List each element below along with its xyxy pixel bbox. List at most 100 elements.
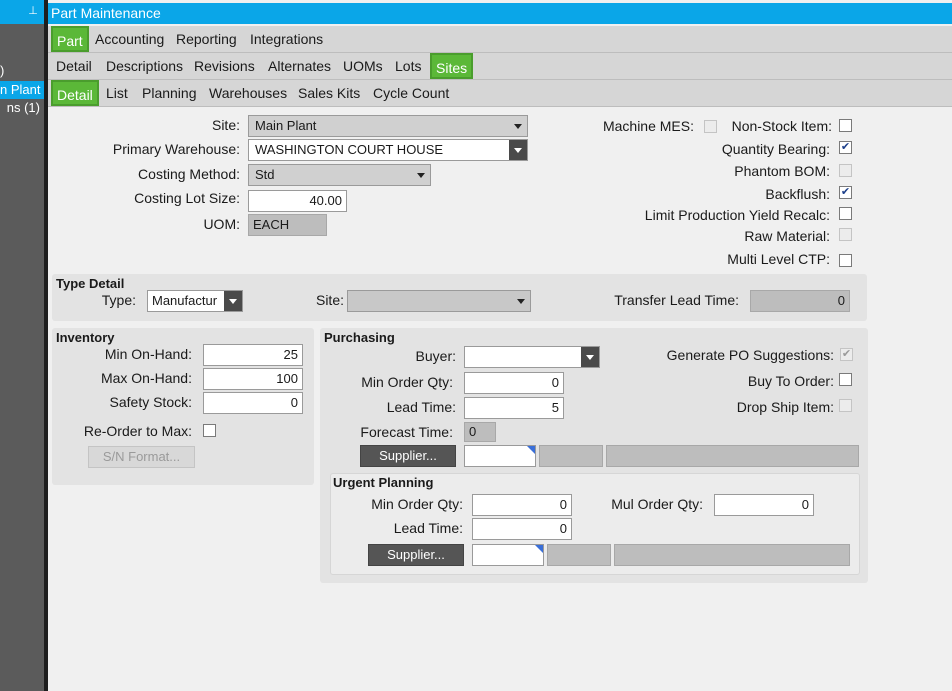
costing-lot-size-input[interactable]: 40.00	[248, 190, 347, 212]
tab-sales-kits[interactable]: Sales Kits	[298, 80, 360, 106]
costing-method-value: Std	[255, 167, 275, 182]
buy-to-order-checkbox[interactable]	[839, 373, 852, 386]
type-label: Type:	[101, 292, 136, 308]
buyer-select[interactable]	[464, 346, 600, 368]
max-on-hand-label: Max On-Hand:	[100, 370, 192, 386]
tab-accounting[interactable]: Accounting	[95, 26, 164, 52]
site-select[interactable]: Main Plant	[248, 115, 528, 137]
chevron-down-icon	[581, 347, 599, 367]
generate-po-label: Generate PO Suggestions:	[666, 347, 834, 363]
left-tree-item[interactable]: )	[0, 63, 4, 78]
quantity-bearing-checkbox[interactable]: ✔	[839, 141, 852, 154]
primary-warehouse-select[interactable]: WASHINGTON COURT HOUSE	[248, 139, 528, 161]
backflush-label: Backflush:	[765, 186, 830, 202]
urgent-min-order-label: Min Order Qty:	[371, 496, 463, 512]
costing-method-label: Costing Method:	[138, 166, 240, 182]
mul-order-qty-input[interactable]: 0	[714, 494, 814, 516]
tab-planning[interactable]: Planning	[142, 80, 197, 106]
supplier-button[interactable]: Supplier...	[360, 445, 456, 467]
tab-uoms[interactable]: UOMs	[343, 53, 383, 79]
primary-warehouse-label: Primary Warehouse:	[112, 141, 240, 157]
type-value: Manufactur	[152, 293, 218, 308]
min-order-qty-label: Min Order Qty:	[361, 374, 453, 390]
urgent-planning-heading: Urgent Planning	[333, 475, 434, 490]
type-detail-heading: Type Detail	[56, 276, 125, 291]
chevron-down-icon	[509, 116, 527, 136]
forecast-time-input: 0	[464, 422, 496, 442]
inventory-heading: Inventory	[56, 330, 115, 345]
urgent-supplier-id-field	[547, 544, 611, 566]
urgent-min-order-input[interactable]: 0	[472, 494, 572, 516]
reorder-to-max-label: Re-Order to Max:	[83, 423, 192, 439]
tab-descriptions[interactable]: Descriptions	[106, 53, 183, 79]
tab-revisions[interactable]: Revisions	[194, 53, 255, 79]
non-stock-label: Non-Stock Item:	[731, 118, 832, 134]
buyer-label: Buyer:	[415, 348, 456, 364]
sn-format-button[interactable]: S/N Format...	[88, 446, 195, 468]
tab-alternates[interactable]: Alternates	[268, 53, 331, 79]
raw-material-checkbox	[839, 228, 852, 241]
multi-level-ctp-checkbox[interactable]	[839, 254, 852, 267]
tab-detail[interactable]: Detail	[56, 53, 92, 79]
transfer-lead-time-label: Transfer Lead Time:	[614, 292, 739, 308]
left-tree-item[interactable]: ns (1)	[0, 100, 44, 115]
costing-method-select[interactable]: Std	[248, 164, 431, 186]
urgent-supplier-code-input[interactable]	[472, 544, 544, 566]
window-title: Part Maintenance	[48, 3, 952, 24]
type-site-select[interactable]	[347, 290, 531, 312]
reorder-to-max-checkbox[interactable]	[203, 424, 216, 437]
tab-site-detail[interactable]: Detail	[51, 80, 99, 106]
tab-warehouses[interactable]: Warehouses	[209, 80, 287, 106]
chevron-down-icon	[512, 291, 530, 311]
backflush-checkbox[interactable]: ✔	[839, 186, 852, 199]
uom-label: UOM:	[203, 216, 240, 232]
safety-stock-input[interactable]: 0	[203, 392, 303, 414]
drop-ship-label: Drop Ship Item:	[736, 399, 834, 415]
urgent-lead-time-input[interactable]: 0	[472, 518, 572, 540]
max-on-hand-input[interactable]: 100	[203, 368, 303, 390]
tab-lots[interactable]: Lots	[395, 53, 421, 79]
drop-ship-checkbox	[839, 399, 852, 412]
left-tree-item-selected[interactable]: n Plant	[0, 81, 44, 99]
buy-to-order-label: Buy To Order:	[747, 373, 834, 389]
machine-mes-checkbox	[704, 120, 717, 133]
tab-part[interactable]: Part	[51, 26, 89, 52]
chevron-down-icon	[412, 165, 430, 185]
limit-yield-checkbox[interactable]	[839, 207, 852, 220]
tab-cycle-count[interactable]: Cycle Count	[373, 80, 449, 106]
safety-stock-label: Safety Stock:	[109, 394, 192, 410]
uom-input: EACH	[248, 214, 327, 236]
tab-reporting[interactable]: Reporting	[176, 26, 237, 52]
purchasing-heading: Purchasing	[324, 330, 395, 345]
mul-order-qty-label: Mul Order Qty:	[611, 496, 703, 512]
second-tab-row: Detail Descriptions Revisions Alternates…	[48, 53, 952, 80]
lead-time-label: Lead Time:	[386, 399, 456, 415]
supplier-code-input[interactable]	[464, 445, 536, 467]
machine-mes-label: Machine MES:	[602, 118, 694, 134]
top-tab-row: Part Accounting Reporting Integrations	[48, 26, 952, 53]
lead-time-input[interactable]: 5	[464, 397, 564, 419]
site-label: Site:	[211, 117, 240, 133]
transfer-lead-time-input: 0	[750, 290, 850, 312]
generate-po-checkbox: ✔	[840, 348, 853, 361]
min-on-hand-label: Min On-Hand:	[104, 346, 192, 362]
min-on-hand-input[interactable]: 25	[203, 344, 303, 366]
urgent-lead-time-label: Lead Time:	[393, 520, 463, 536]
phantom-bom-label: Phantom BOM:	[734, 163, 830, 179]
pin-icon[interactable]: ⊥	[26, 4, 40, 18]
tab-list[interactable]: List	[106, 80, 128, 106]
urgent-supplier-button[interactable]: Supplier...	[368, 544, 464, 566]
quantity-bearing-label: Quantity Bearing:	[721, 141, 830, 157]
min-order-qty-input[interactable]: 0	[464, 372, 564, 394]
tab-integrations[interactable]: Integrations	[250, 26, 323, 52]
type-select[interactable]: Manufactur	[147, 290, 243, 312]
tab-sites[interactable]: Sites	[430, 53, 474, 79]
phantom-bom-checkbox	[839, 164, 852, 177]
multi-level-ctp-label: Multi Level CTP:	[727, 251, 830, 267]
non-stock-checkbox[interactable]	[839, 119, 852, 132]
costing-lot-size-label: Costing Lot Size:	[134, 190, 240, 206]
supplier-id-field	[539, 445, 603, 467]
limit-yield-label: Limit Production Yield Recalc:	[644, 207, 830, 223]
third-tab-row: Detail List Planning Warehouses Sales Ki…	[48, 80, 952, 107]
forecast-time-label: Forecast Time:	[360, 424, 453, 440]
